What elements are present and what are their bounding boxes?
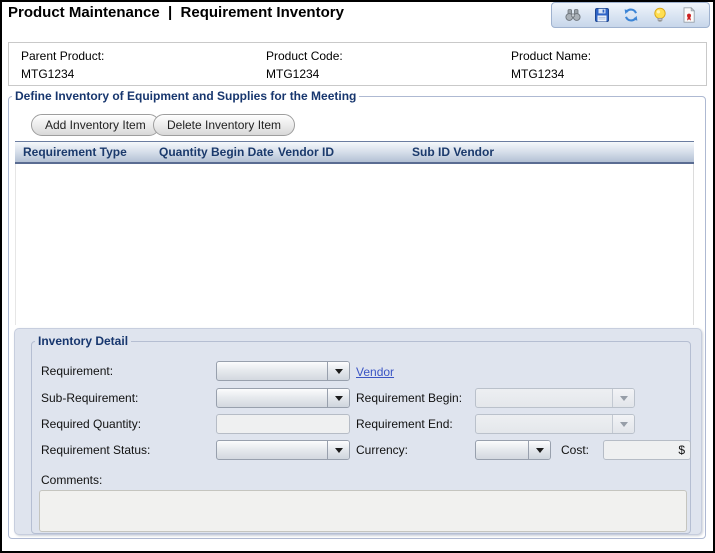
requirement-end-select[interactable] xyxy=(475,414,635,434)
inventory-detail-legend: Inventory Detail xyxy=(35,334,131,349)
chevron-down-icon[interactable] xyxy=(327,389,349,407)
cost-input[interactable] xyxy=(609,442,678,458)
requirement-status-select-value xyxy=(217,441,327,459)
requirement-select-value xyxy=(217,362,327,380)
product-code-field: Product Code: MTG1234 xyxy=(266,48,343,82)
chevron-down-icon[interactable] xyxy=(612,415,634,433)
refresh-icon[interactable] xyxy=(622,6,640,24)
chevron-down-icon[interactable] xyxy=(327,362,349,380)
currency-label: Currency: xyxy=(356,442,408,458)
chevron-down-icon[interactable] xyxy=(528,441,550,459)
column-quantity-begin-date[interactable]: Quantity Begin Date xyxy=(159,142,274,162)
parent-product-value: MTG1234 xyxy=(21,66,104,82)
report-document-icon[interactable] xyxy=(680,6,698,24)
requirement-status-label: Requirement Status: xyxy=(41,442,150,458)
requirement-begin-label: Requirement Begin: xyxy=(356,390,462,406)
currency-select-value xyxy=(476,441,528,459)
save-icon[interactable] xyxy=(593,6,611,24)
column-vendor-id[interactable]: Vendor ID xyxy=(278,142,334,162)
inventory-table-header: Requirement Type Quantity Begin Date Ven… xyxy=(15,141,694,164)
delete-inventory-item-button[interactable]: Delete Inventory Item xyxy=(153,114,295,136)
product-info-box: Parent Product: MTG1234 Product Code: MT… xyxy=(8,42,707,86)
inventory-table-body[interactable] xyxy=(15,164,694,325)
column-sub-id-vendor[interactable]: Sub ID Vendor xyxy=(412,142,494,162)
requirement-status-select[interactable] xyxy=(216,440,350,460)
requirement-end-label: Requirement End: xyxy=(356,416,453,432)
bulb-icon[interactable] xyxy=(651,6,669,24)
parent-product-label: Parent Product: xyxy=(21,48,104,64)
chevron-down-icon[interactable] xyxy=(612,389,634,407)
cost-currency-suffix: $ xyxy=(678,443,685,457)
comments-label: Comments: xyxy=(41,472,102,488)
requirement-select[interactable] xyxy=(216,361,350,381)
requirement-label: Requirement: xyxy=(41,363,113,379)
add-inventory-item-button[interactable]: Add Inventory Item xyxy=(31,114,160,136)
sub-requirement-label: Sub-Requirement: xyxy=(41,390,138,406)
toolbar xyxy=(551,2,710,28)
chevron-down-icon[interactable] xyxy=(327,441,349,459)
product-name-value: MTG1234 xyxy=(511,66,591,82)
inventory-detail-fieldset: Inventory Detail Requirement: Vendor Sub… xyxy=(31,341,691,534)
requirement-begin-select[interactable] xyxy=(475,388,635,408)
page: Product Maintenance | Requirement Invent… xyxy=(0,0,715,553)
product-code-label: Product Code: xyxy=(266,48,343,64)
column-requirement-type[interactable]: Requirement Type xyxy=(23,142,127,162)
page-title: Product Maintenance | Requirement Invent… xyxy=(8,4,344,21)
binoculars-icon[interactable] xyxy=(564,6,582,24)
requirement-end-select-value xyxy=(476,415,612,433)
comments-textarea[interactable] xyxy=(39,490,687,532)
inventory-detail-panel: Inventory Detail Requirement: Vendor Sub… xyxy=(14,328,702,535)
sub-requirement-select-value xyxy=(217,389,327,407)
sub-requirement-select[interactable] xyxy=(216,388,350,408)
inventory-table: Requirement Type Quantity Begin Date Ven… xyxy=(15,141,694,325)
cost-label: Cost: xyxy=(561,442,589,458)
required-quantity-input[interactable] xyxy=(216,414,350,434)
define-inventory-fieldset: Define Inventory of Equipment and Suppli… xyxy=(8,96,706,539)
product-name-label: Product Name: xyxy=(511,48,591,64)
currency-select[interactable] xyxy=(475,440,551,460)
product-code-value: MTG1234 xyxy=(266,66,343,82)
required-quantity-label: Required Quantity: xyxy=(41,416,141,432)
vendor-link[interactable]: Vendor xyxy=(356,364,394,380)
cost-field: $ xyxy=(603,440,691,460)
define-inventory-legend: Define Inventory of Equipment and Suppli… xyxy=(12,89,359,104)
product-name-field: Product Name: MTG1234 xyxy=(511,48,591,82)
parent-product-field: Parent Product: MTG1234 xyxy=(21,48,104,82)
requirement-begin-select-value xyxy=(476,389,612,407)
